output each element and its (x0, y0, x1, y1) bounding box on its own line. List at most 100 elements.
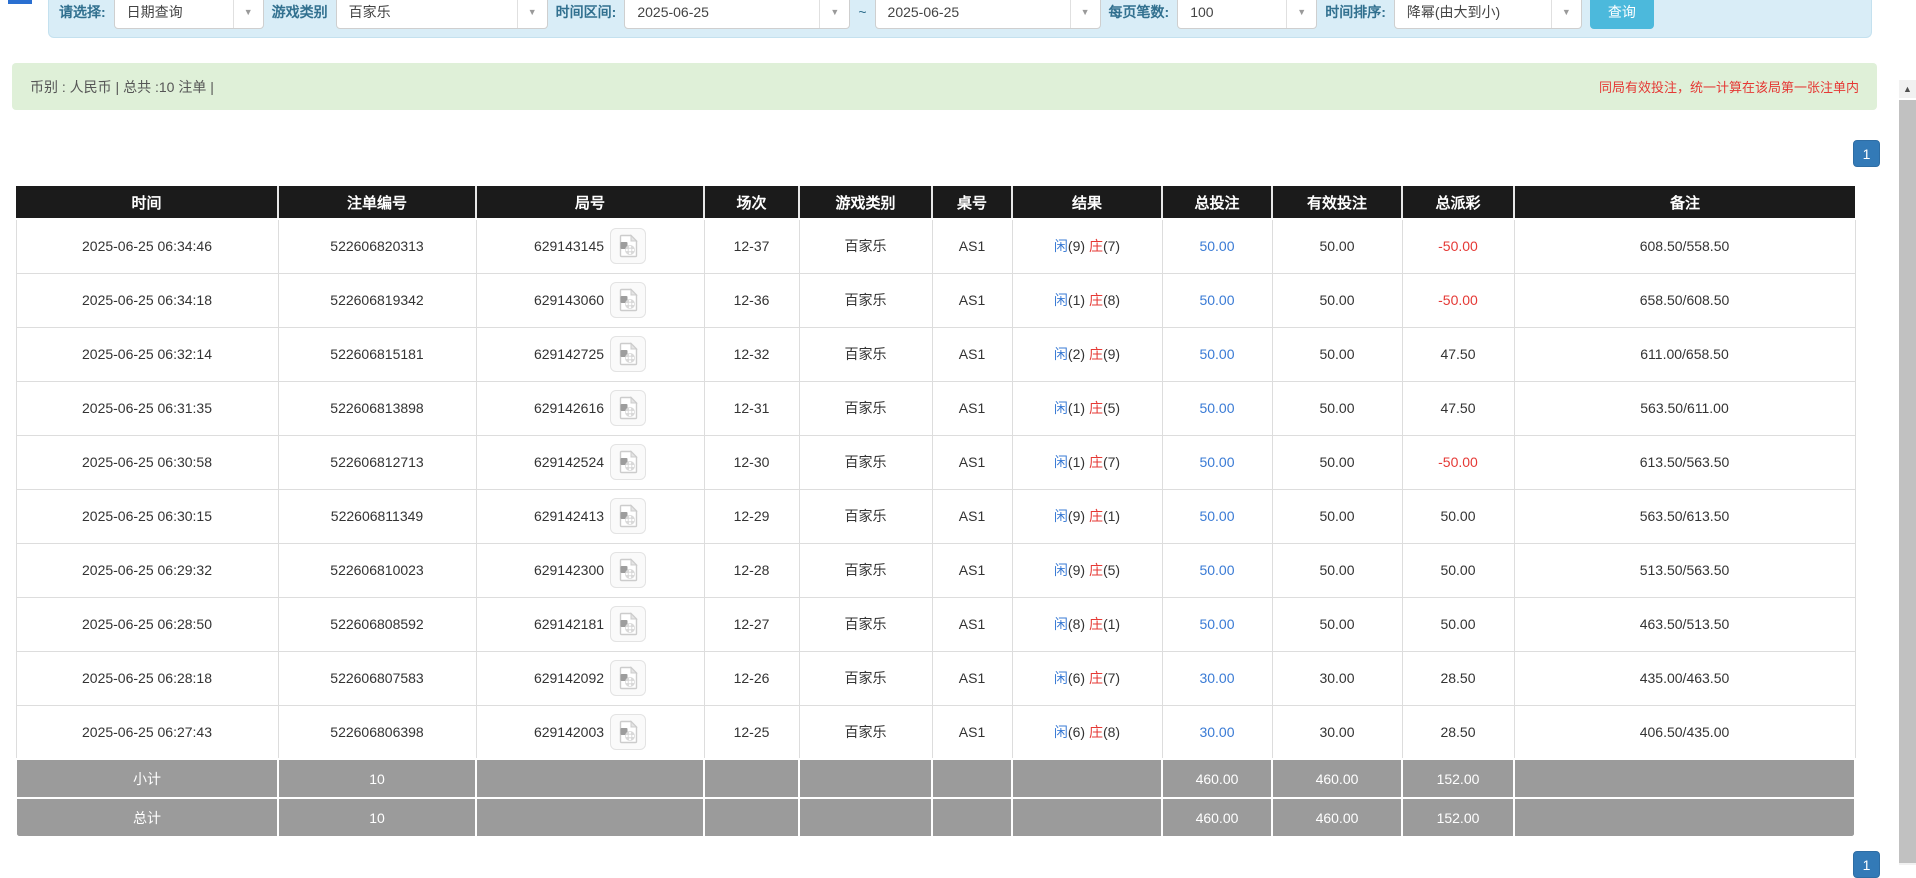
video-replay-icon (618, 504, 639, 528)
cell-remark: 463.50/513.50 (1514, 597, 1855, 651)
cell-result: 闲(9) 庄(5) (1012, 543, 1162, 597)
video-replay-button[interactable] (610, 498, 646, 534)
cell-round: 629143145 (476, 219, 704, 273)
pagination-page-1[interactable]: 1 (1853, 140, 1880, 167)
cell-round: 629142003 (476, 705, 704, 759)
vertical-scrollbar[interactable]: ▲ (1899, 80, 1916, 865)
result-banker-score: (7) (1103, 670, 1120, 686)
total-bet-link[interactable]: 30.00 (1199, 670, 1234, 686)
video-replay-button[interactable] (610, 714, 646, 750)
total-bet-link[interactable]: 50.00 (1199, 508, 1234, 524)
table-row: 2025-06-25 06:30:15522606811349 629142413… (16, 489, 1855, 543)
total-bet-link[interactable]: 50.00 (1199, 616, 1234, 632)
round-number: 629142524 (534, 454, 604, 470)
cell-game-type: 百家乐 (799, 597, 932, 651)
result-player-label: 闲 (1054, 238, 1068, 254)
search-button[interactable]: 查询 (1590, 0, 1654, 29)
total-bet-link[interactable]: 50.00 (1199, 292, 1234, 308)
cell-bet-no: 522606811349 (278, 489, 476, 543)
result-player-score: (9) (1068, 562, 1085, 578)
round-number: 629142413 (534, 508, 604, 524)
col-header-table-no: 桌号 (932, 186, 1012, 219)
cell-session: 12-27 (704, 597, 799, 651)
scroll-up-icon[interactable]: ▲ (1899, 80, 1916, 98)
cell-total-bet: 50.00 (1162, 489, 1272, 543)
total-bet-link[interactable]: 50.00 (1199, 238, 1234, 254)
cell-payout: 50.00 (1402, 543, 1514, 597)
cell-round: 629142413 (476, 489, 704, 543)
result-banker-score: (8) (1103, 292, 1120, 308)
cell-result: 闲(9) 庄(7) (1012, 219, 1162, 273)
cell-game-type: 百家乐 (799, 489, 932, 543)
cell-result: 闲(6) 庄(8) (1012, 705, 1162, 759)
cell-payout: 28.50 (1402, 705, 1514, 759)
cell-payout: 28.50 (1402, 651, 1514, 705)
select-type-label: 请选择: (59, 2, 106, 22)
result-player-score: (9) (1068, 238, 1085, 254)
total-bet-link[interactable]: 30.00 (1199, 724, 1234, 740)
video-replay-button[interactable] (610, 336, 646, 372)
video-replay-button[interactable] (610, 552, 646, 588)
cell-session: 12-36 (704, 273, 799, 327)
time-sort-label: 时间排序: (1325, 2, 1386, 22)
page-size-select[interactable]: 100 ▼ (1177, 0, 1317, 29)
clipped-top-link[interactable] (8, 0, 32, 4)
cell-time: 2025-06-25 06:34:18 (16, 273, 278, 327)
cell-result: 闲(1) 庄(8) (1012, 273, 1162, 327)
total-bet-link[interactable]: 50.00 (1199, 400, 1234, 416)
cell-result: 闲(6) 庄(7) (1012, 651, 1162, 705)
video-replay-button[interactable] (610, 228, 646, 264)
cell-remark: 563.50/613.50 (1514, 489, 1855, 543)
cell-valid-bet: 50.00 (1272, 273, 1402, 327)
result-player-label: 闲 (1054, 400, 1068, 416)
cell-time: 2025-06-25 06:34:46 (16, 219, 278, 273)
table-row: 2025-06-25 06:28:50522606808592629142181… (16, 597, 1855, 651)
cell-bet-no: 522606815181 (278, 327, 476, 381)
subtotal-row: 小计10460.00460.00152.00 (16, 759, 1855, 798)
bet-records-table: 时间 注单编号 局号 场次 游戏类别 桌号 结果 总投注 有效投注 总派彩 备注… (15, 186, 1856, 838)
result-banker-label: 庄 (1089, 670, 1103, 686)
result-player-score: (1) (1068, 454, 1085, 470)
total-bet-link[interactable]: 50.00 (1199, 562, 1234, 578)
total-bet-link[interactable]: 50.00 (1199, 454, 1234, 470)
cell-bet-no: 522606820313 (278, 219, 476, 273)
cell-remark: 658.50/608.50 (1514, 273, 1855, 327)
result-banker-label: 庄 (1089, 400, 1103, 416)
cell-time: 2025-06-25 06:30:15 (16, 489, 278, 543)
round-number: 629143145 (534, 238, 604, 254)
video-replay-button[interactable] (610, 444, 646, 480)
round-number: 629142616 (534, 400, 604, 416)
video-replay-button[interactable] (610, 282, 646, 318)
footer-valid-bet: 460.00 (1272, 759, 1402, 798)
table-row: 2025-06-25 06:27:43522606806398629142003… (16, 705, 1855, 759)
cell-bet-no: 522606806398 (278, 705, 476, 759)
cell-game-type: 百家乐 (799, 273, 932, 327)
date-from-select[interactable]: 2025-06-25 ▼ (624, 0, 850, 29)
video-replay-icon (618, 396, 639, 420)
cell-valid-bet: 50.00 (1272, 435, 1402, 489)
result-banker-label: 庄 (1089, 508, 1103, 524)
total-bet-link[interactable]: 50.00 (1199, 346, 1234, 362)
cell-total-bet: 50.00 (1162, 219, 1272, 273)
cell-bet-no: 522606810023 (278, 543, 476, 597)
game-type-select[interactable]: 百家乐 ▼ (336, 0, 548, 29)
round-number: 629142725 (534, 346, 604, 362)
video-replay-button[interactable] (610, 660, 646, 696)
time-sort-select[interactable]: 降幂(由大到小) ▼ (1394, 0, 1582, 29)
cell-session: 12-26 (704, 651, 799, 705)
cell-session: 12-25 (704, 705, 799, 759)
video-replay-button[interactable] (610, 606, 646, 642)
result-banker-score: (1) (1103, 616, 1120, 632)
video-replay-icon (618, 612, 639, 636)
video-replay-button[interactable] (610, 390, 646, 426)
round-number: 629143060 (534, 292, 604, 308)
cell-game-type: 百家乐 (799, 381, 932, 435)
result-banker-score: (5) (1103, 400, 1120, 416)
date-to-select[interactable]: 2025-06-25 ▼ (875, 0, 1101, 29)
scrollbar-thumb[interactable] (1899, 98, 1916, 863)
cell-time: 2025-06-25 06:28:50 (16, 597, 278, 651)
cell-game-type: 百家乐 (799, 651, 932, 705)
result-banker-score: (5) (1103, 562, 1120, 578)
cell-game-type: 百家乐 (799, 435, 932, 489)
query-type-select[interactable]: 日期查询 ▼ (114, 0, 264, 29)
